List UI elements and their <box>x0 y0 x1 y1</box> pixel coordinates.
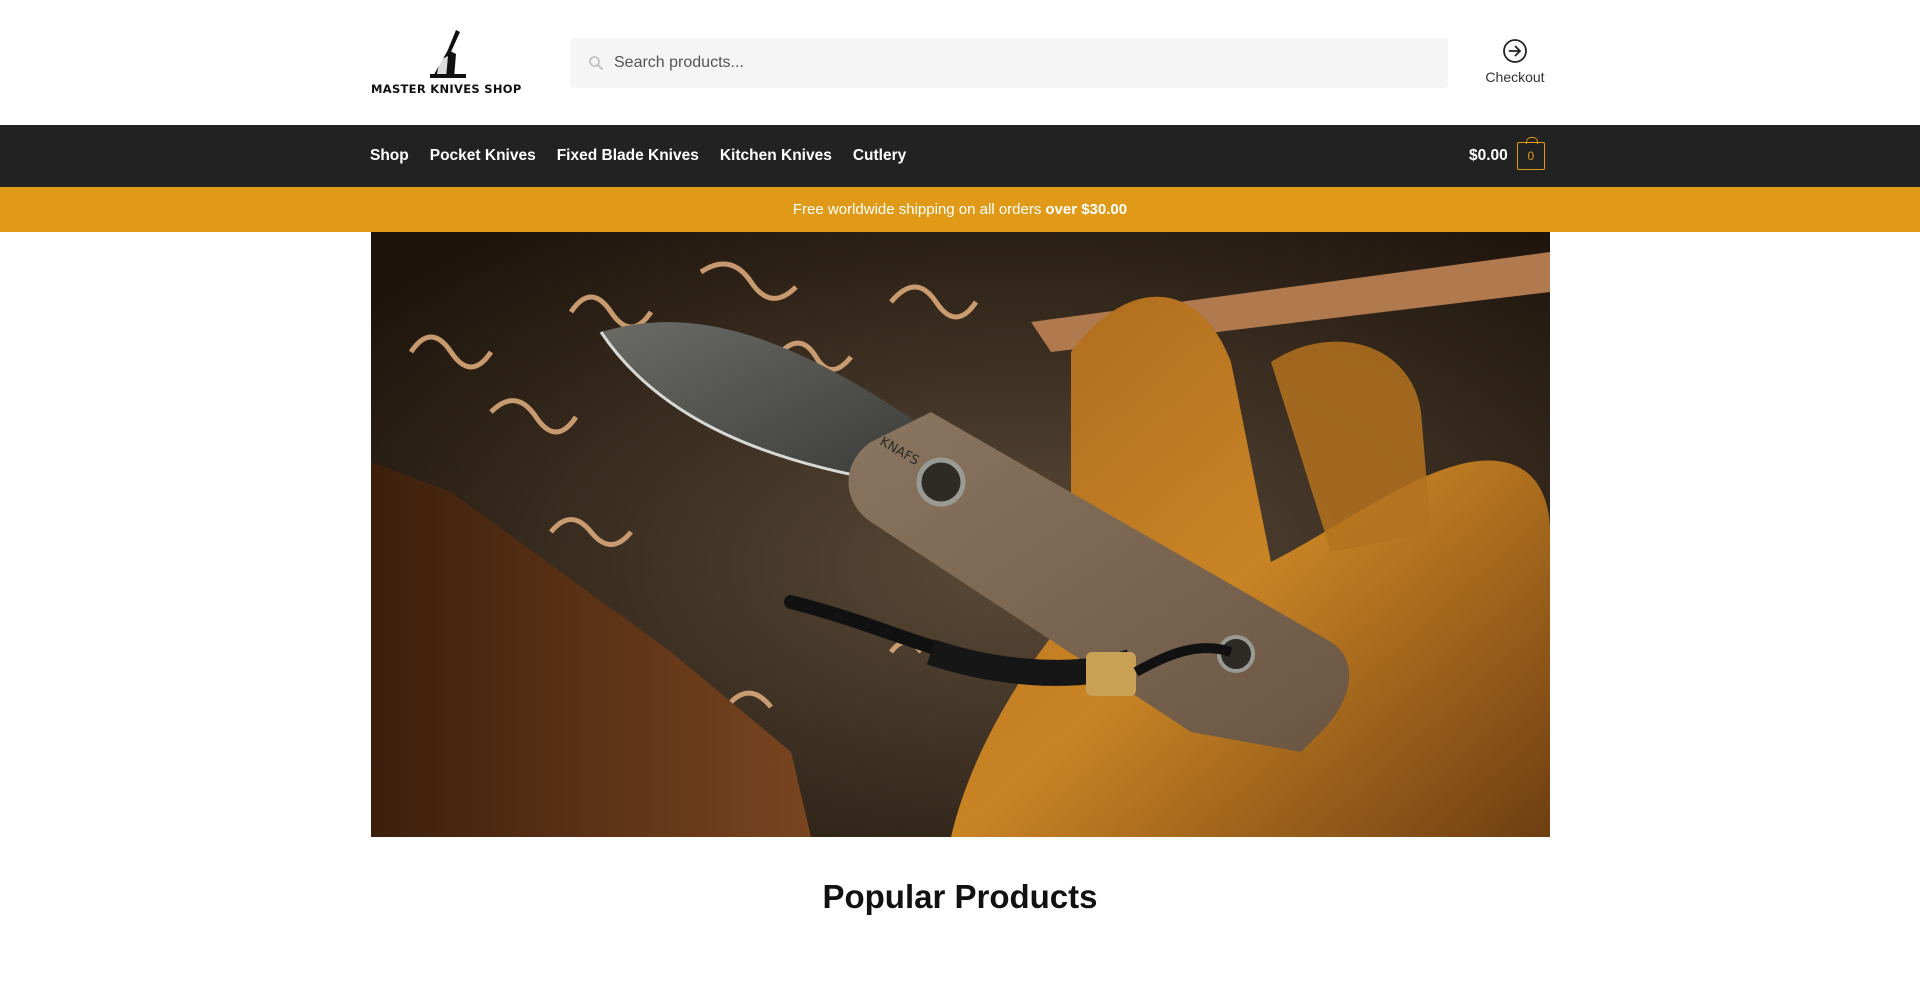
cart-total: $0.00 <box>1469 147 1508 164</box>
hero-knife-photo: KNAFS <box>371 232 1550 837</box>
checkout-link[interactable]: Checkout <box>1474 38 1556 92</box>
nav-item-shop[interactable]: Shop <box>370 147 409 165</box>
site-logo[interactable]: MASTER KNIVES SHOP <box>371 30 523 96</box>
shopping-bag-icon: 0 <box>1516 137 1545 170</box>
nav-item-pocket-knives[interactable]: Pocket Knives <box>430 147 536 165</box>
search-box <box>570 38 1448 88</box>
promo-text: Free worldwide shipping on all orders <box>792 201 1042 218</box>
knife-logo-icon <box>430 30 466 78</box>
logo-text: MASTER KNIVES SHOP <box>371 82 522 96</box>
site-header: MASTER KNIVES SHOP Checkout <box>0 0 1920 125</box>
nav-item-fixed-blade-knives[interactable]: Fixed Blade Knives <box>557 147 699 165</box>
nav-item-cutlery[interactable]: Cutlery <box>853 147 906 165</box>
primary-navigation: Shop Pocket Knives Fixed Blade Knives Ki… <box>0 125 1920 187</box>
section-title-popular-products: Popular Products <box>822 878 1098 915</box>
promo-highlight: over $30.00 <box>1045 201 1128 218</box>
search-input[interactable] <box>614 38 1434 88</box>
hero-image[interactable]: KNAFS <box>371 232 1550 837</box>
promo-banner: Free worldwide shipping on all orders ov… <box>0 187 1920 232</box>
nav-item-kitchen-knives[interactable]: Kitchen Knives <box>720 147 832 165</box>
search-icon <box>589 56 603 70</box>
cart-count: 0 <box>1527 149 1535 163</box>
checkout-label: Checkout <box>1485 69 1545 85</box>
cart-link[interactable]: $0.00 0 <box>1469 137 1545 170</box>
nav-menu: Shop Pocket Knives Fixed Blade Knives Ki… <box>370 125 927 187</box>
arrow-circle-right-icon <box>1503 39 1527 63</box>
